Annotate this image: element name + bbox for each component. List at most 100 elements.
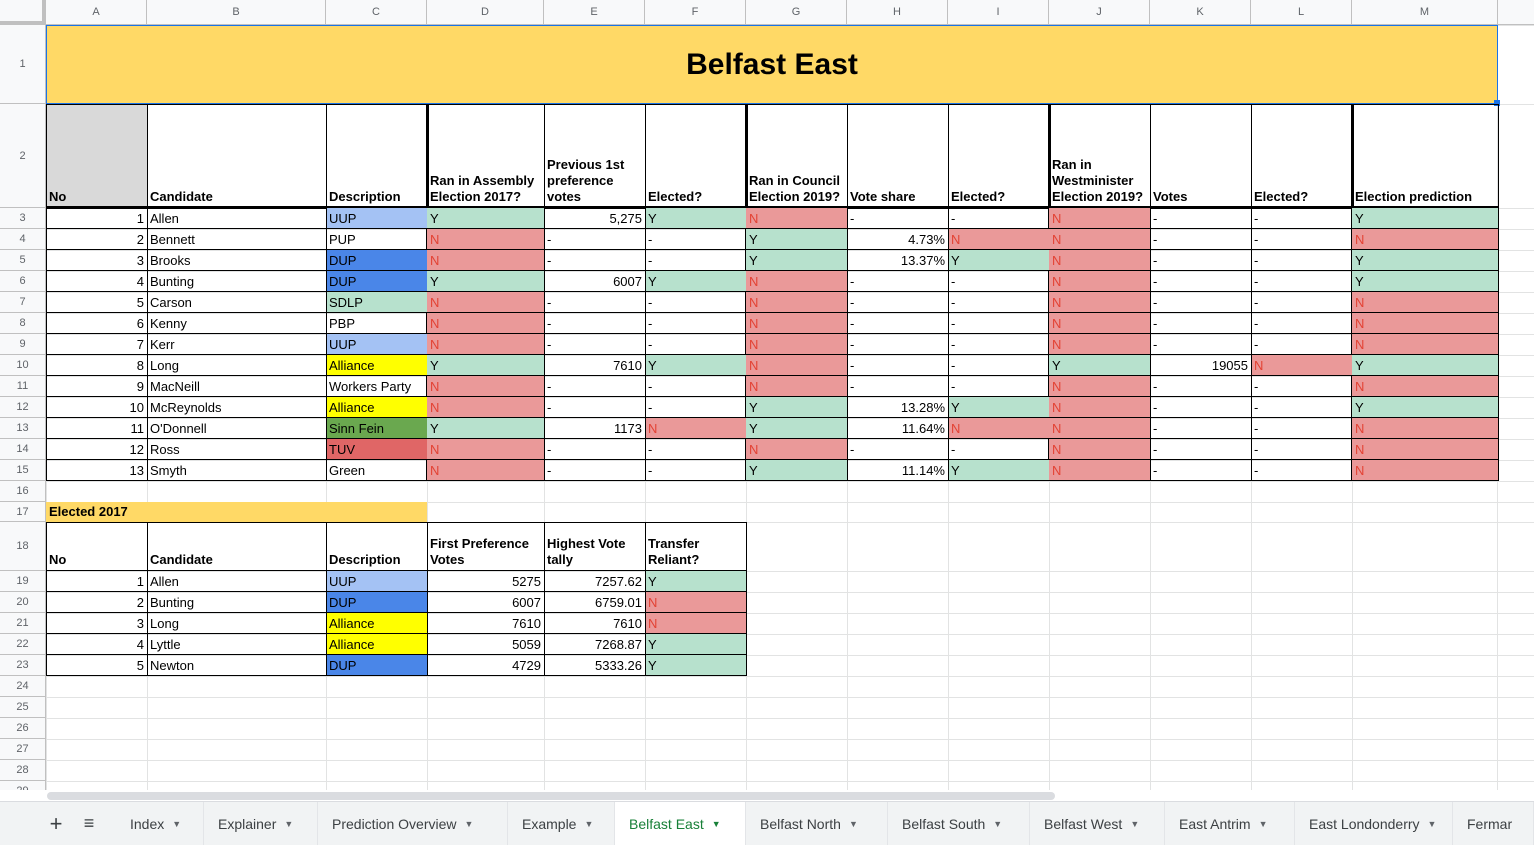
elected-table-cell[interactable]: Bunting (147, 592, 326, 613)
row-header-16[interactable]: 16 (0, 481, 46, 502)
main-table-cell[interactable]: N (746, 313, 847, 334)
elected-table-cell[interactable]: 7257.62 (544, 571, 645, 592)
main-table-cell[interactable]: Y (948, 397, 1049, 418)
main-table-cell[interactable]: - (1150, 460, 1251, 481)
main-table-cell[interactable]: Ross (147, 439, 326, 460)
main-table-cell[interactable]: DUP (326, 271, 427, 292)
elected-table-cell[interactable]: 1 (46, 571, 147, 592)
elected-table-cell[interactable]: 5275 (427, 571, 544, 592)
elected-table-cell[interactable]: Newton (147, 655, 326, 676)
main-table-cell[interactable]: - (847, 439, 948, 460)
column-header-f[interactable]: F (645, 0, 746, 25)
row-header-12[interactable]: 12 (0, 397, 46, 418)
main-table-cell[interactable]: 2 (46, 229, 147, 250)
elected-table-cell[interactable]: 3 (46, 613, 147, 634)
main-table-cell[interactable]: - (1251, 376, 1352, 397)
main-table-cell[interactable]: N (1352, 418, 1498, 439)
main-table-cell[interactable]: Y (746, 418, 847, 439)
main-table-cell[interactable]: Carson (147, 292, 326, 313)
main-table-cell[interactable]: 12 (46, 439, 147, 460)
elected-table-cell[interactable]: 5059 (427, 634, 544, 655)
column-header-h[interactable]: H (847, 0, 948, 25)
row-header-29[interactable]: 29 (0, 781, 46, 790)
sheet-tab[interactable]: East Antrim ▼ (1165, 802, 1295, 845)
row-header-8[interactable]: 8 (0, 313, 46, 334)
sheet-tab[interactable]: Belfast South ▼ (888, 802, 1030, 845)
main-table-cell[interactable]: - (847, 334, 948, 355)
column-header-l[interactable]: L (1251, 0, 1352, 25)
main-table-cell[interactable]: N (1049, 460, 1150, 481)
main-table-cell[interactable]: - (645, 460, 746, 481)
main-table-cell[interactable]: - (948, 355, 1049, 376)
column-header-g[interactable]: G (746, 0, 847, 25)
main-table-cell[interactable]: Y (1352, 208, 1498, 229)
main-table-cell[interactable]: - (847, 208, 948, 229)
main-table-cell[interactable]: - (847, 313, 948, 334)
elected-table-cell[interactable]: Alliance (326, 613, 427, 634)
main-table-cell[interactable]: Y (645, 208, 746, 229)
main-table-cell[interactable]: N (427, 376, 544, 397)
main-table-cell[interactable]: - (544, 376, 645, 397)
main-table-cell[interactable]: N (1049, 292, 1150, 313)
main-table-cell[interactable]: UUP (326, 334, 427, 355)
main-table-cell[interactable]: - (645, 439, 746, 460)
main-table-cell[interactable]: UUP (326, 208, 427, 229)
elected-table-cell[interactable]: 7610 (427, 613, 544, 634)
elected-table-cell[interactable]: 4729 (427, 655, 544, 676)
elected-table-cell[interactable]: N (645, 592, 746, 613)
row-header-6[interactable]: 6 (0, 271, 46, 292)
row-header-7[interactable]: 7 (0, 292, 46, 313)
main-table-cell[interactable]: O'Donnell (147, 418, 326, 439)
main-table-cell[interactable]: - (645, 250, 746, 271)
main-table-cell[interactable]: 19055 (1150, 355, 1251, 376)
caret-down-icon[interactable]: ▼ (465, 819, 474, 829)
elected-table-cell[interactable]: 6759.01 (544, 592, 645, 613)
main-table-cell[interactable]: Y (1352, 355, 1498, 376)
main-table-cell[interactable]: - (1251, 439, 1352, 460)
add-sheet-plus-icon[interactable]: + (36, 802, 76, 845)
main-table-cell[interactable]: Alliance (326, 397, 427, 418)
sheet-tab[interactable]: Belfast West ▼ (1030, 802, 1165, 845)
main-table-cell[interactable]: - (1251, 271, 1352, 292)
elected-table-cell[interactable]: Lyttle (147, 634, 326, 655)
row-header-24[interactable]: 24 (0, 676, 46, 697)
main-table-cell[interactable]: Allen (147, 208, 326, 229)
main-table-cell[interactable]: MacNeill (147, 376, 326, 397)
main-table-cell[interactable]: N (427, 439, 544, 460)
column-header-m[interactable]: M (1352, 0, 1498, 25)
main-table-cell[interactable]: - (1251, 397, 1352, 418)
main-table-cell[interactable]: N (746, 208, 847, 229)
elected-table-cell[interactable]: 5 (46, 655, 147, 676)
main-table-cell[interactable]: PBP (326, 313, 427, 334)
row-header-10[interactable]: 10 (0, 355, 46, 376)
main-table-cell[interactable]: PUP (326, 229, 427, 250)
elected-table-cell[interactable]: 4 (46, 634, 147, 655)
main-table-cell[interactable]: 9 (46, 376, 147, 397)
main-table-cell[interactable]: N (1352, 313, 1498, 334)
main-table-cell[interactable]: - (1150, 271, 1251, 292)
row-header-5[interactable]: 5 (0, 250, 46, 271)
main-table-cell[interactable]: - (1251, 292, 1352, 313)
sheet-tab[interactable]: East Londonderry ▼ (1295, 802, 1453, 845)
main-table-cell[interactable]: - (948, 376, 1049, 397)
elected-table-cell[interactable]: Allen (147, 571, 326, 592)
main-table-cell[interactable]: N (1049, 376, 1150, 397)
main-table-cell[interactable]: 13.37% (847, 250, 948, 271)
main-table-cell[interactable]: N (746, 271, 847, 292)
main-table-cell[interactable]: - (544, 397, 645, 418)
row-header-22[interactable]: 22 (0, 634, 46, 655)
spreadsheet-grid[interactable]: A B C D E F G H I J K L M 1 2 3 4 5 6 7 8 9 10 11 12 13 14 15 16 17 18… (0, 0, 1534, 790)
row-header-27[interactable]: 27 (0, 739, 46, 760)
elected-table-cell[interactable]: DUP (326, 592, 427, 613)
elected-table-cell[interactable]: 7610 (544, 613, 645, 634)
caret-down-icon[interactable]: ▼ (849, 819, 858, 829)
main-table-cell[interactable]: N (746, 376, 847, 397)
main-table-cell[interactable]: 11 (46, 418, 147, 439)
elected-table-cell[interactable]: DUP (326, 655, 427, 676)
main-table-cell[interactable]: - (1251, 418, 1352, 439)
main-table-cell[interactable]: N (427, 313, 544, 334)
main-table-cell[interactable]: N (1352, 439, 1498, 460)
main-table-cell[interactable]: - (1150, 229, 1251, 250)
caret-down-icon[interactable]: ▼ (1130, 819, 1139, 829)
main-table-cell[interactable]: 10 (46, 397, 147, 418)
